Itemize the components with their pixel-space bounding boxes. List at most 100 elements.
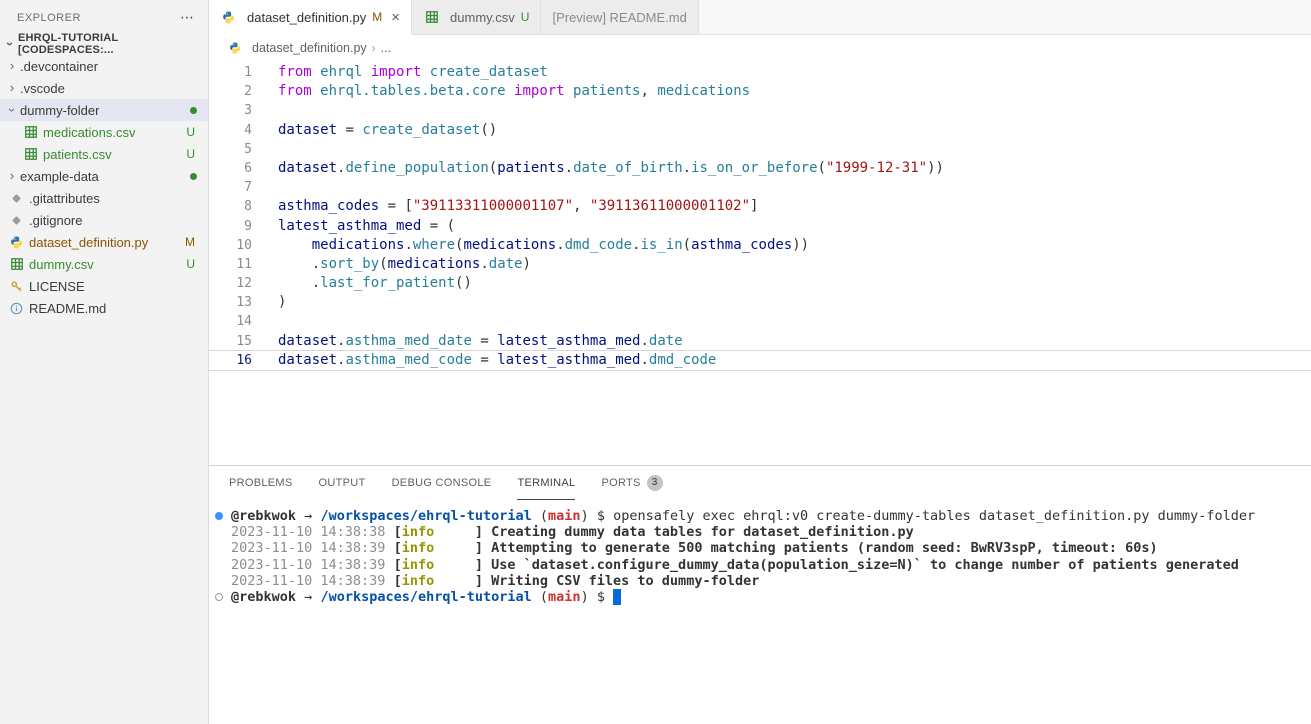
sidebar-item-readme-md[interactable]: README.md (0, 297, 208, 319)
code-text: from ehrql.tables.beta.core import patie… (278, 82, 750, 101)
csv-table-icon (11, 258, 23, 270)
code-line-9[interactable]: 9latest_asthma_med = ( (209, 217, 1311, 236)
terminal-text: @rebkwok (231, 508, 296, 524)
code-editor[interactable]: 1from ehrql import create_dataset2from e… (209, 60, 1311, 465)
terminal-text: Creating dummy data tables for dataset_d… (491, 524, 914, 540)
line-number: 5 (209, 140, 252, 159)
code-line-11[interactable]: 11 .sort_by(medications.date) (209, 255, 1311, 274)
code-line-5[interactable]: 5 (209, 140, 1311, 159)
panel-tab-debug-console[interactable]: DEBUG CONSOLE (392, 466, 492, 500)
info-icon (10, 302, 23, 315)
explorer-header: EXPLORER ⋯ (0, 0, 208, 33)
file-label: dataset_definition.py (29, 235, 148, 250)
key-icon (10, 280, 23, 293)
panel-tab-ports[interactable]: PORTS3 (601, 466, 662, 500)
git-status-badge: U (186, 147, 195, 161)
python-icon (10, 236, 23, 249)
line-number: 14 (209, 312, 252, 331)
sidebar-item-vscode[interactable]: ›.vscode (0, 77, 208, 99)
line-number: 6 (209, 159, 252, 178)
code-line-2[interactable]: 2from ehrql.tables.beta.core import pati… (209, 82, 1311, 101)
git-status-badge: M (185, 235, 195, 249)
tab-preview-readme-md[interactable]: [Preview] README.md (541, 0, 698, 35)
line-number: 4 (209, 121, 252, 140)
python-file-icon (220, 9, 237, 25)
code-line-15[interactable]: 15dataset.asthma_med_date = latest_asthm… (209, 332, 1311, 351)
tab-dummy-csv[interactable]: dummy.csvU (412, 0, 541, 35)
tab-bar-filler (699, 0, 1311, 35)
panel-tab-terminal[interactable]: TERMINAL (517, 466, 575, 500)
tab-label: dataset_definition.py (247, 10, 366, 25)
sidebar-item-gitignore[interactable]: .gitignore (0, 209, 208, 231)
breadcrumb-separator-icon: › (372, 41, 376, 55)
command-decoration-filled-icon[interactable] (215, 512, 223, 520)
sidebar-item-dummy-folder[interactable]: ›dummy-folder (0, 99, 208, 121)
code-line-12[interactable]: 12 .last_for_patient() (209, 274, 1311, 293)
csv-file-icon (22, 124, 39, 140)
chevron-right-icon: › (4, 168, 20, 184)
explorer-more-icon[interactable]: ⋯ (180, 9, 194, 26)
python-icon (222, 11, 235, 24)
panel-tab-label: PROBLEMS (229, 477, 293, 489)
sidebar-item-patients-csv[interactable]: patients.csvU (0, 143, 208, 165)
breadcrumb[interactable]: dataset_definition.py › ... (209, 35, 1311, 60)
terminal-text: Attempting to generate 500 matching pati… (491, 540, 1157, 556)
command-decoration-open-icon[interactable] (215, 593, 223, 601)
terminal-text: main (548, 589, 581, 605)
code-line-16[interactable]: 16dataset.asthma_med_code = latest_asthm… (209, 351, 1311, 370)
breadcrumb-more[interactable]: ... (381, 41, 391, 55)
tab-label: [Preview] README.md (552, 10, 686, 25)
python-file-icon (226, 40, 243, 56)
code-line-3[interactable]: 3 (209, 101, 1311, 120)
terminal[interactable]: @rebkwok → /workspaces/ehrql-tutorial (m… (209, 500, 1311, 724)
code-line-14[interactable]: 14 (209, 312, 1311, 331)
code-line-4[interactable]: 4dataset = create_dataset() (209, 121, 1311, 140)
vscode-window: EXPLORER ⋯ › EHRQL-TUTORIAL [CODESPACES:… (0, 0, 1311, 724)
code-line-13[interactable]: 13) (209, 293, 1311, 312)
panel-tab-problems[interactable]: PROBLEMS (229, 466, 293, 500)
code-line-6[interactable]: 6dataset.define_population(patients.date… (209, 159, 1311, 178)
panel-tab-output[interactable]: OUTPUT (319, 466, 366, 500)
info-file-icon (8, 300, 25, 316)
panel-tab-bar: PROBLEMS OUTPUT DEBUG CONSOLE TERMINAL PORTS… (209, 466, 1311, 500)
csv-table-icon (25, 148, 37, 160)
sidebar-item-medications-csv[interactable]: medications.csvU (0, 121, 208, 143)
file-label: .gitignore (29, 213, 82, 228)
editor-group: dataset_definition.pyM×dummy.csvU [Previe… (209, 0, 1311, 724)
workspace-root[interactable]: › EHRQL-TUTORIAL [CODESPACES:... (0, 33, 208, 55)
code-line-10[interactable]: 10 medications.where(medications.dmd_cod… (209, 236, 1311, 255)
chevron-right-icon: › (4, 58, 20, 74)
line-number: 15 (209, 332, 252, 351)
sidebar-item-dummy-csv[interactable]: dummy.csvU (0, 253, 208, 275)
sidebar-item-dataset-definition-py[interactable]: dataset_definition.py M (0, 231, 208, 253)
terminal-line-3: 2023-11-10 14:38:39 [info ] Attempting t… (215, 540, 1311, 556)
code-line-7[interactable]: 7 (209, 178, 1311, 197)
code-text: asthma_codes = ["39113311000001107", "39… (278, 197, 758, 216)
git-status-badge: U (186, 257, 195, 271)
terminal-text (296, 508, 304, 524)
panel-tab-label: DEBUG CONSOLE (392, 477, 492, 489)
csv-file-icon (8, 256, 25, 272)
sidebar-item-license[interactable]: LICENSE (0, 275, 208, 297)
file-label: LICENSE (29, 279, 85, 294)
tab-dataset-definition-py[interactable]: dataset_definition.pyM× (209, 0, 412, 35)
terminal-line-2: 2023-11-10 14:38:38 [info ] Creating dum… (215, 524, 1311, 540)
terminal-text: [ (394, 573, 402, 589)
close-icon[interactable]: × (391, 9, 400, 26)
sidebar-item-devcontainer[interactable]: ›.devcontainer (0, 55, 208, 77)
code-text: latest_asthma_med = ( (278, 217, 455, 236)
terminal-text: 2023-11-10 14:38:38 (231, 524, 394, 540)
sidebar-item-example-data[interactable]: ›example-data (0, 165, 208, 187)
code-line-8[interactable]: 8asthma_codes = ["39113311000001107", "3… (209, 197, 1311, 216)
chevron-right-icon: › (4, 80, 20, 96)
code-line-1[interactable]: 1from ehrql import create_dataset (209, 63, 1311, 82)
sidebar-item-gitattributes[interactable]: .gitattributes (0, 187, 208, 209)
terminal-text: 2023-11-10 14:38:39 (231, 540, 394, 556)
terminal-text: [ (394, 540, 402, 556)
breadcrumb-file[interactable]: dataset_definition.py (252, 41, 367, 55)
terminal-text (296, 589, 304, 605)
panel-tab-label: PORTS (601, 477, 640, 489)
terminal-text: info (402, 557, 435, 573)
terminal-line-1: @rebkwok → /workspaces/ehrql-tutorial (m… (215, 508, 1311, 524)
terminal-line-6: @rebkwok → /workspaces/ehrql-tutorial (m… (215, 589, 1311, 605)
